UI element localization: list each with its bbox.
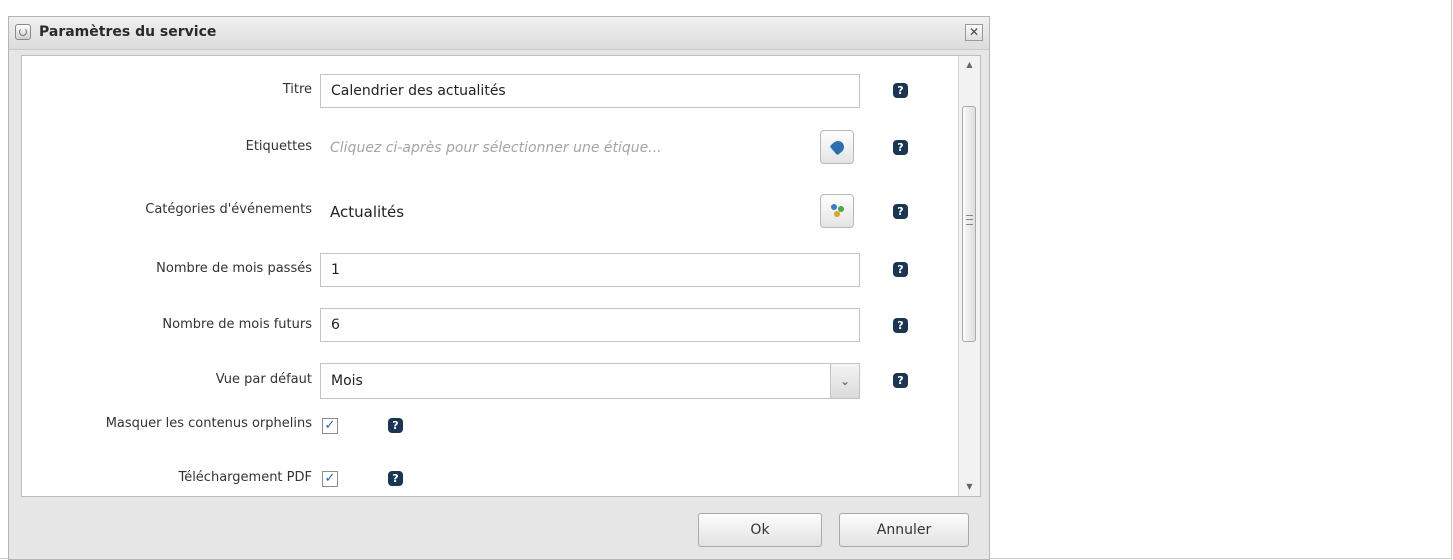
- ok-button[interactable]: Ok: [698, 513, 822, 547]
- tag-icon: [829, 138, 847, 156]
- help-icon[interactable]: ?: [893, 373, 908, 388]
- titre-input[interactable]: Calendrier des actualités: [320, 74, 860, 108]
- mois-futurs-label: Nombre de mois futurs: [162, 317, 312, 332]
- help-icon[interactable]: ?: [893, 204, 908, 219]
- help-icon[interactable]: ?: [893, 83, 908, 98]
- help-icon[interactable]: ?: [893, 318, 908, 333]
- select-categories-button[interactable]: [820, 194, 854, 228]
- scroll-down-arrow-icon[interactable]: ▼: [959, 478, 980, 496]
- mois-futurs-input[interactable]: 6: [320, 308, 860, 342]
- pdf-checkbox[interactable]: ✓: [322, 471, 338, 487]
- categories-value: Actualités: [330, 203, 405, 221]
- close-button[interactable]: ✕: [965, 24, 983, 41]
- settings-form: Titre Calendrier des actualités ? Etique…: [21, 55, 981, 497]
- help-icon[interactable]: ?: [893, 140, 908, 155]
- help-icon[interactable]: ?: [388, 471, 403, 486]
- scroll-up-arrow-icon[interactable]: ▲: [959, 56, 980, 74]
- dialog-titlebar[interactable]: Paramètres du service ✕: [9, 17, 989, 50]
- scroll-thumb[interactable]: [962, 106, 976, 342]
- vue-label: Vue par défaut: [215, 372, 312, 387]
- service-gear-icon: [15, 24, 31, 40]
- grip-icon: [966, 215, 973, 225]
- titre-label: Titre: [282, 82, 312, 97]
- categories-icon: [831, 204, 845, 218]
- chevron-down-icon[interactable]: ⌄: [830, 364, 859, 398]
- pdf-label: Téléchargement PDF: [178, 470, 312, 485]
- vue-select-value: Mois: [331, 373, 363, 389]
- masquer-checkbox[interactable]: ✓: [322, 418, 338, 434]
- vue-select[interactable]: Mois ⌄: [320, 363, 860, 399]
- mois-passes-input[interactable]: 1: [320, 253, 860, 287]
- categories-label: Catégories d'événements: [145, 202, 312, 217]
- cancel-button[interactable]: Annuler: [839, 513, 969, 547]
- select-tags-button[interactable]: [820, 130, 854, 164]
- mois-passes-label: Nombre de mois passés: [156, 261, 312, 276]
- masquer-label: Masquer les contenus orphelins: [105, 416, 312, 431]
- etiquettes-placeholder[interactable]: Cliquez ci-après pour sélectionner une é…: [330, 140, 662, 156]
- etiquettes-label: Etiquettes: [245, 139, 312, 154]
- dialog-title: Paramètres du service: [39, 24, 217, 40]
- vertical-scrollbar[interactable]: ▲ ▼: [958, 56, 980, 496]
- service-settings-dialog: Paramètres du service ✕ Titre Calendrier…: [8, 16, 990, 560]
- help-icon[interactable]: ?: [893, 262, 908, 277]
- help-icon[interactable]: ?: [388, 418, 403, 433]
